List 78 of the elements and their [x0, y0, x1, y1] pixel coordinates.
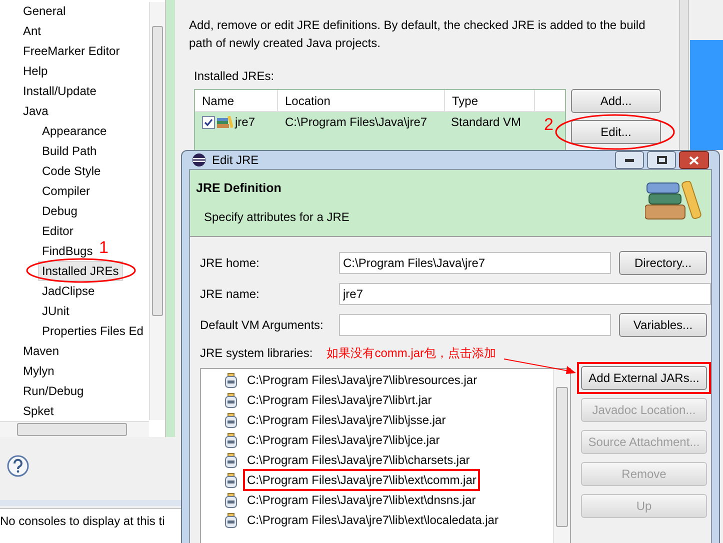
field-label: JRE home:	[200, 255, 260, 272]
tree-item[interactable]: Install/Update	[19, 81, 100, 101]
tree-item[interactable]: Ant	[19, 21, 46, 41]
tree-item[interactable]: FreeMarker Editor	[19, 41, 124, 61]
jar-icon	[225, 412, 237, 428]
tree-item[interactable]: Properties Files Ed	[38, 321, 148, 341]
column-header[interactable]: Type	[445, 90, 535, 111]
header-subtitle: Specify attributes for a JRE	[203, 208, 350, 226]
jar-icon	[225, 372, 237, 388]
page-button[interactable]: Add...	[571, 89, 661, 113]
jar-icon	[225, 492, 237, 508]
library-path[interactable]: C:\Program Files\Java\jre7\lib\charsets.jar	[243, 449, 474, 471]
library-path[interactable]: C:\Program Files\Java\jre7\lib\jsse.jar	[243, 409, 450, 431]
jar-icon	[225, 472, 237, 488]
close-button[interactable]	[679, 151, 709, 169]
libraries-label: JRE system libraries:	[200, 345, 313, 362]
horizontal-scrollbar[interactable]	[0, 421, 149, 437]
tree-item[interactable]: Help	[19, 61, 52, 81]
column-header[interactable]: Location	[278, 90, 445, 111]
jar-icon	[225, 512, 237, 528]
annotation-note: 如果没有comm.jar包，点击添加	[326, 345, 496, 362]
dialog-title: Edit JRE	[212, 152, 259, 169]
library-path[interactable]: C:\Program Files\Java\jre7\lib\ext\dnsns.jar	[243, 489, 480, 511]
jre-name: jre7	[235, 114, 256, 131]
tree-item[interactable]: General	[19, 1, 70, 21]
tree-item[interactable]: Java	[19, 101, 52, 121]
header-title: JRE Definition	[196, 180, 282, 197]
text-field[interactable]: jre7	[339, 283, 711, 305]
jre-location: C:\Program Files\Java\jre7	[284, 114, 428, 131]
vertical-scrollbar[interactable]	[149, 2, 165, 420]
minimize-button[interactable]	[615, 151, 644, 169]
side-button[interactable]: Add External JARs...	[581, 366, 707, 390]
tree-item[interactable]: Editor	[38, 221, 78, 241]
tree-item[interactable]: Code Style	[38, 161, 105, 181]
minimize-icon	[625, 158, 634, 162]
column-header[interactable]: Name	[195, 90, 278, 111]
maximize-icon	[656, 156, 666, 164]
vertical-scrollbar[interactable]	[553, 369, 570, 543]
library-path[interactable]: C:\Program Files\Java\jre7\lib\jce.jar	[243, 429, 444, 451]
tree-item[interactable]: Run/Debug	[19, 381, 88, 401]
tree-item[interactable]: JUnit	[38, 301, 74, 321]
tree-item[interactable]: Spket	[19, 401, 58, 421]
tree-item[interactable]: Debug	[38, 201, 82, 221]
installed-jres-label: Installed JREs:	[194, 68, 274, 85]
jar-icon	[225, 432, 237, 448]
tree-item[interactable]: Appearance	[38, 121, 111, 141]
books-icon	[217, 116, 233, 128]
tree-item[interactable]: Maven	[19, 341, 64, 361]
text-field[interactable]: C:\Program Files\Java\jre7	[339, 252, 611, 274]
close-icon	[689, 156, 699, 164]
library-path[interactable]: C:\Program Files\Java\jre7\lib\rt.jar	[243, 389, 436, 411]
help-icon[interactable]	[7, 455, 29, 477]
field-label: Default VM Arguments:	[200, 317, 324, 334]
library-path[interactable]: C:\Program Files\Java\jre7\lib\ext\comm.jar	[243, 469, 480, 491]
library-path[interactable]: C:\Program Files\Java\jre7\lib\ext\localedata.jar	[243, 509, 502, 531]
page-description: Add, remove or edit JRE definitions. By default, the checked JRE is added to the build path of newly created Java projects.	[189, 17, 646, 52]
check-icon	[204, 118, 213, 126]
console-message: No consoles to display at this ti	[0, 513, 165, 530]
text-field[interactable]	[339, 314, 611, 336]
tree-item[interactable]: Mylyn	[19, 361, 58, 381]
tree-item[interactable]: Installed JREs	[38, 261, 123, 281]
field-label: JRE name:	[200, 286, 260, 303]
jar-icon	[225, 392, 237, 408]
page-button[interactable]: Edit...	[571, 120, 661, 144]
step-number: 1	[99, 239, 108, 256]
tree-item[interactable]: Compiler	[38, 181, 94, 201]
tree-item[interactable]: JadClipse	[38, 281, 99, 301]
checkbox[interactable]	[202, 116, 215, 128]
jre-type: Standard VM	[450, 114, 522, 131]
field-button[interactable]: Variables...	[619, 313, 707, 337]
tree-item[interactable]: Build Path	[38, 141, 101, 161]
maximize-button[interactable]	[647, 151, 676, 169]
tree-item[interactable]: FindBugs	[38, 241, 97, 261]
jar-icon	[225, 452, 237, 468]
eclipse-icon	[192, 153, 206, 167]
library-path[interactable]: C:\Program Files\Java\jre7\lib\resources.jar	[243, 369, 482, 391]
step-number: 2	[544, 116, 554, 133]
field-button[interactable]: Directory...	[619, 251, 707, 275]
